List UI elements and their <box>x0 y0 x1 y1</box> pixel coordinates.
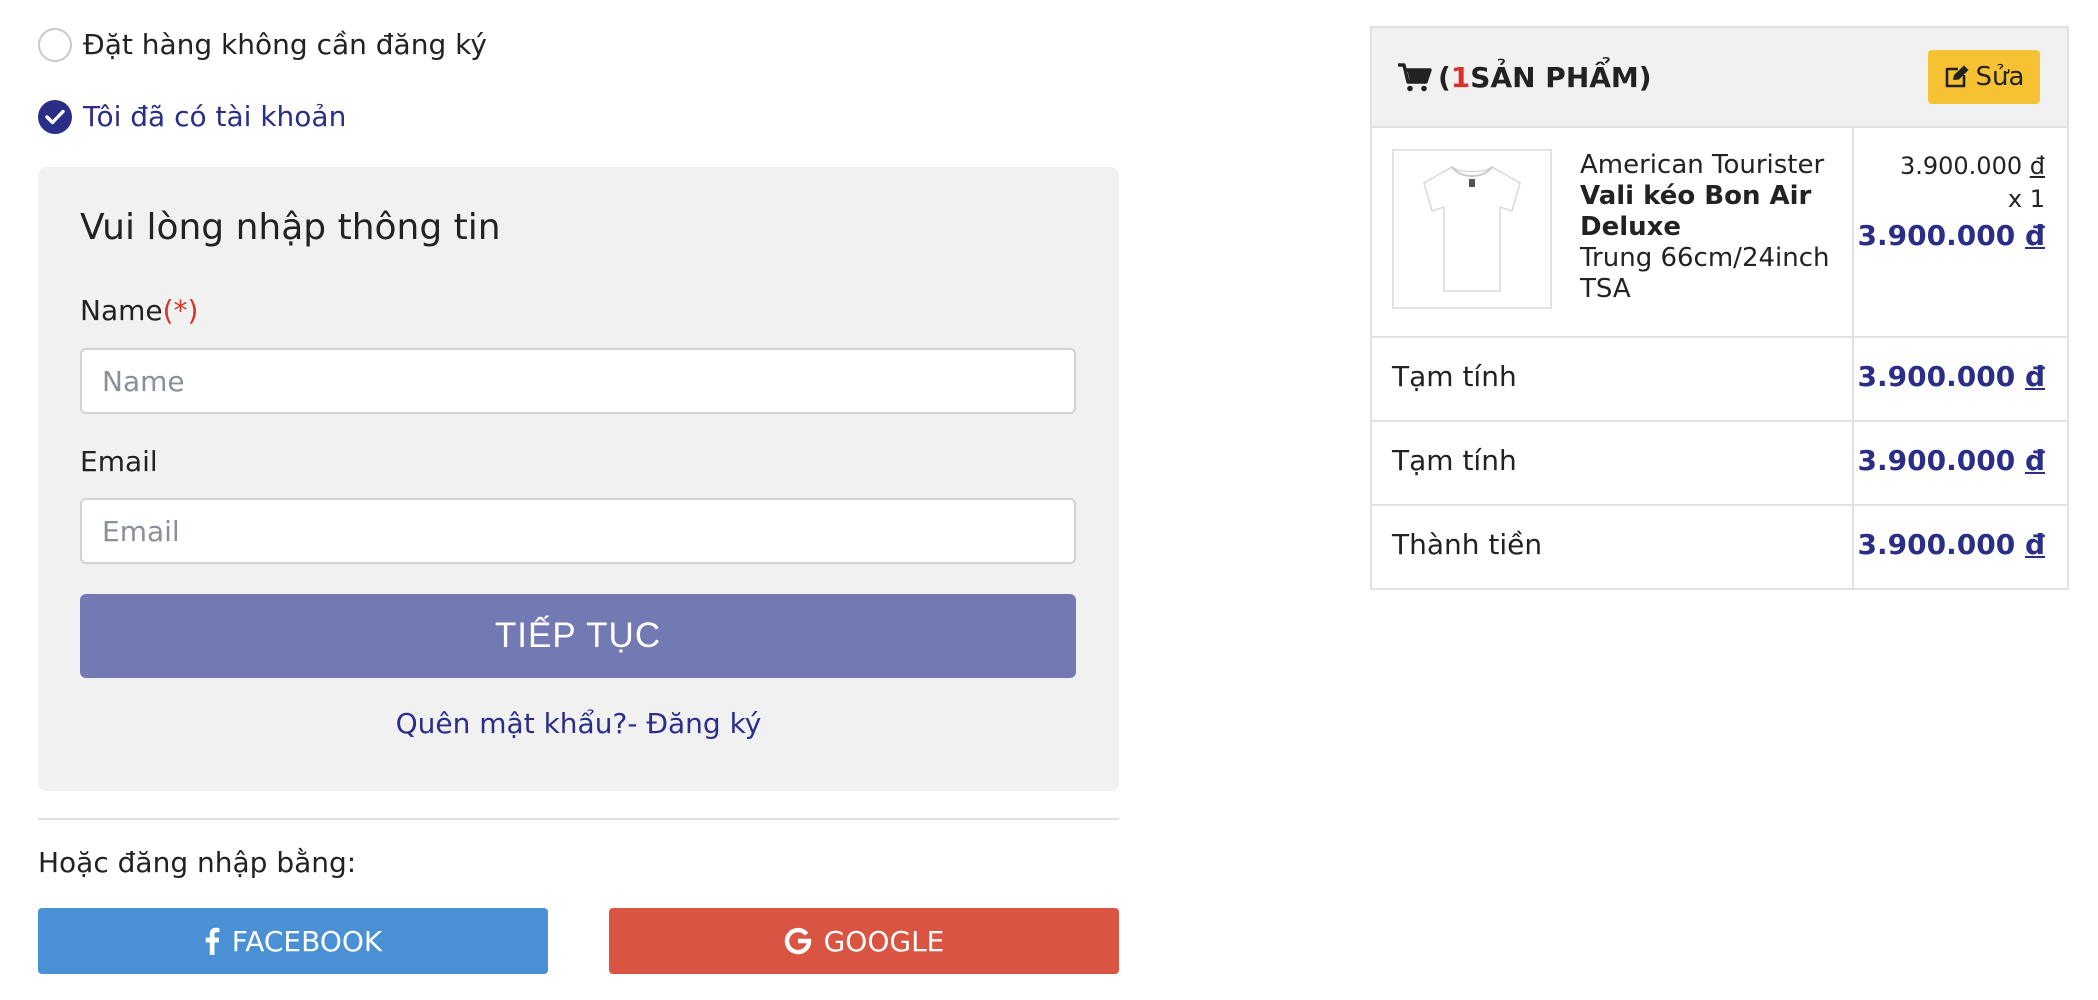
subtotal-amount: 3.900.000 <box>1857 360 2016 393</box>
radio-unchecked-icon[interactable] <box>38 28 72 62</box>
forgot-password-link[interactable]: Quên mật khẩu? <box>396 707 628 740</box>
facebook-label: FACEBOOK <box>231 924 383 958</box>
product-brand: American Tourister <box>1580 150 1825 180</box>
edit-label: Sửa <box>1975 62 2025 92</box>
cart-item-count: 1 <box>1450 61 1471 94</box>
line-total-value: 3.900.000 <box>1857 219 2016 252</box>
row-divider <box>1372 504 2067 506</box>
unit-price: 3.900.000 đ <box>1858 150 2045 183</box>
total-amount: 3.900.000 <box>1857 528 2016 561</box>
name-label-text: Name <box>80 294 163 327</box>
social-login-prompt: Hoặc đăng nhập bằng: <box>38 846 357 879</box>
divider <box>38 818 1119 820</box>
guest-checkout-label[interactable]: Đặt hàng không cần đăng ký <box>83 28 487 62</box>
facebook-icon <box>205 927 220 955</box>
google-label: GOOGLE <box>823 924 945 958</box>
product-price: 3.900.000 đ x 1 3.900.000 đ <box>1858 150 2045 256</box>
product-image[interactable] <box>1392 149 1552 309</box>
facebook-login-button[interactable]: FACEBOOK <box>38 908 548 974</box>
currency-symbol: đ <box>2024 444 2045 477</box>
total-label: Thành tiền <box>1392 528 1543 561</box>
check-circle-icon[interactable] <box>38 100 72 134</box>
cart-title-open: ( <box>1438 61 1451 94</box>
row-divider <box>1372 336 2067 338</box>
currency-symbol: đ <box>2029 152 2045 180</box>
tshirt-image <box>1423 166 1521 292</box>
cart-title-suffix: SẢN PHẨM) <box>1470 61 1652 94</box>
google-icon <box>784 927 811 955</box>
cart-title: (1 SẢN PHẨM) <box>1398 61 1652 94</box>
member-checkout-label[interactable]: Tôi đã có tài khoản <box>83 100 346 134</box>
subtotal-value: 3.900.000 đ <box>1858 444 2045 477</box>
quantity: x 1 <box>2007 185 2045 213</box>
name-input[interactable] <box>80 348 1076 414</box>
cart-summary: (1 SẢN PHẨM) Sửa American Tourister Vali… <box>1370 26 2069 590</box>
subtotal-value: 3.900.000 đ <box>1858 360 2045 393</box>
email-label: Email <box>80 445 158 478</box>
column-divider <box>1852 128 1854 590</box>
google-login-button[interactable]: GOOGLE <box>609 908 1119 974</box>
product-info: American Tourister Vali kéo Bon Air Delu… <box>1580 150 1842 305</box>
continue-button[interactable]: TIẾP TỤC <box>80 594 1076 678</box>
total-value: 3.900.000 đ <box>1858 528 2045 561</box>
account-links: Quên mật khẩu?- Đăng ký <box>38 707 1119 740</box>
login-panel: Vui lòng nhập thông tin Name(*) Email TI… <box>38 167 1119 791</box>
product-name[interactable]: Vali kéo Bon Air Deluxe <box>1580 181 1842 243</box>
required-mark: (*) <box>162 294 199 327</box>
subtotal-label: Tạm tính <box>1392 444 1517 477</box>
currency-symbol: đ <box>2024 360 2045 393</box>
guest-checkout-option[interactable]: Đặt hàng không cần đăng ký <box>38 28 487 62</box>
subtotal-label: Tạm tính <box>1392 360 1517 393</box>
unit-price-value: 3.900.000 <box>1899 152 2023 180</box>
member-checkout-option[interactable]: Tôi đã có tài khoản <box>38 100 346 134</box>
product-variant: Trung 66cm/24inch TSA <box>1580 243 1830 304</box>
currency-symbol: đ <box>2024 219 2045 252</box>
edit-cart-button[interactable]: Sửa <box>1928 50 2040 104</box>
row-divider <box>1372 420 2067 422</box>
panel-title: Vui lòng nhập thông tin <box>80 207 501 248</box>
cart-header: (1 SẢN PHẨM) Sửa <box>1372 28 2067 128</box>
register-link[interactable]: - Đăng ký <box>627 707 761 740</box>
edit-icon <box>1945 65 1969 88</box>
currency-symbol: đ <box>2024 528 2045 561</box>
name-label: Name(*) <box>80 294 198 327</box>
line-total: 3.900.000 đ <box>1858 216 2045 256</box>
shopping-cart-icon <box>1398 62 1432 91</box>
email-input[interactable] <box>80 498 1076 564</box>
subtotal-amount: 3.900.000 <box>1857 444 2016 477</box>
